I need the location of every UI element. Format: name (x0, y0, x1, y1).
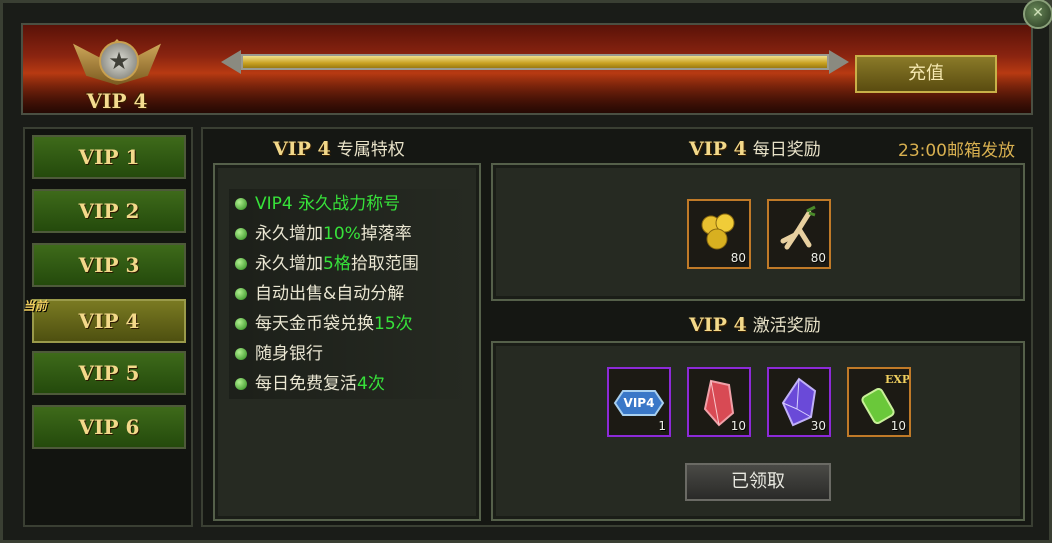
activation-title-text: 激活奖励 (752, 316, 821, 336)
item-count: 10 (890, 419, 906, 433)
privilege-text-part: 掉落率 (360, 224, 412, 244)
tab-vip-6[interactable]: VIP 6 (32, 405, 186, 449)
tab-vip-1[interactable]: VIP 1 (32, 135, 186, 179)
progress-track (241, 54, 829, 70)
privilege-text-part: 15次 (374, 314, 413, 334)
privilege-item: 永久增加5格拾取范围 (229, 249, 475, 279)
header-banner: ★ VIP 4 充值 (21, 23, 1033, 115)
privilege-text-part: 10% (323, 224, 361, 244)
privileges-title-vip: VIP 4 (273, 138, 331, 160)
activation-title-vip: VIP 4 (689, 314, 747, 336)
item-count: 80 (730, 251, 746, 265)
privilege-item: 自动出售&自动分解 (229, 279, 475, 309)
bullet-icon (235, 228, 247, 240)
privileges-title-text: 专属特权 (336, 140, 405, 160)
privilege-text-part: 永久增加 (255, 254, 323, 274)
reward-item[interactable]: VIP4 1 (607, 367, 671, 437)
privileges-list: VIP4 永久战力称号 永久增加10%掉落率 永久增加5格拾取范围 自动出售&自动分解… (229, 189, 475, 399)
item-count: 80 (810, 251, 826, 265)
star-icon: ★ (99, 41, 139, 81)
privilege-item: 永久增加10%掉落率 (229, 219, 475, 249)
daily-rewards-panel: 80 80 (491, 163, 1025, 301)
privilege-item: 每天金币袋兑换15次 (229, 309, 475, 339)
daily-title-vip: VIP 4 (689, 138, 747, 160)
item-count: 10 (730, 419, 746, 433)
tab-vip-2[interactable]: VIP 2 (32, 189, 186, 233)
exp-text: EXP (885, 373, 909, 386)
reward-item[interactable]: 80 (767, 199, 831, 269)
privilege-text-part: 拾取范围 (350, 254, 419, 274)
privilege-item: VIP4 永久战力称号 (229, 189, 475, 219)
privilege-text-part: 自动出售&自动分解 (255, 284, 405, 304)
vip-level-label: VIP 4 (86, 89, 148, 113)
vip-progress-bar (221, 47, 849, 77)
privilege-text-part: 4次 (357, 374, 385, 394)
recharge-button[interactable]: 充值 (855, 55, 997, 93)
privilege-text-part: 每日免费复活 (255, 374, 357, 394)
privilege-text-part: VIP4 永久战力称号 (255, 194, 401, 214)
tab-vip-4[interactable]: VIP 4 (32, 299, 186, 343)
main-content: VIP 4 专属特权 VIP 4 每日奖励 23:00邮箱发放 VIP4 永久战力称… (201, 127, 1033, 527)
daily-title: VIP 4 每日奖励 (689, 135, 821, 160)
privilege-text-part: 永久增加 (255, 224, 323, 244)
privileges-title: VIP 4 专属特权 (273, 135, 405, 160)
daily-title-text: 每日奖励 (752, 140, 821, 160)
item-count: 1 (658, 419, 666, 433)
reward-item[interactable]: 80 (687, 199, 751, 269)
bullet-icon (235, 348, 247, 360)
vip-level-badge: ★ VIP 4 (65, 33, 169, 113)
arrow-right-icon (829, 50, 849, 74)
privilege-item: 随身银行 (229, 339, 475, 369)
privilege-text-part: 5格 (323, 254, 351, 274)
bullet-icon (235, 318, 247, 330)
progress-fill (243, 56, 827, 68)
current-tag: 当前 (23, 299, 48, 313)
tab-vip-5[interactable]: VIP 5 (32, 351, 186, 395)
bullet-icon (235, 288, 247, 300)
tab-label: VIP 4 (78, 309, 140, 333)
reward-item[interactable]: EXP 10 (847, 367, 911, 437)
bullet-icon (235, 258, 247, 270)
mail-delivery-note: 23:00邮箱发放 (898, 141, 1015, 161)
item-count: 30 (810, 419, 826, 433)
privileges-panel: VIP4 永久战力称号 永久增加10%掉落率 永久增加5格拾取范围 自动出售&自动分解… (213, 163, 481, 521)
claimed-button[interactable]: 已领取 (685, 463, 831, 501)
activation-title: VIP 4 激活奖励 (689, 311, 821, 336)
tab-vip-3[interactable]: VIP 3 (32, 243, 186, 287)
vip-tab-list: VIP 1 VIP 2 VIP 3 VIP 4 当前 VIP 5 VIP 6 (23, 127, 193, 527)
bullet-icon (235, 378, 247, 390)
close-icon[interactable]: ✕ (1023, 0, 1052, 29)
privilege-item: 每日免费复活4次 (229, 369, 475, 399)
privilege-text-part: 随身银行 (255, 344, 323, 364)
vip4-badge-text: VIP4 (624, 396, 655, 410)
privilege-text-part: 每天金币袋兑换 (255, 314, 374, 334)
arrow-left-icon (221, 50, 241, 74)
reward-item[interactable]: 10 (687, 367, 751, 437)
vip-window: ✕ ★ VIP 4 充值 VIP 1 VIP 2 VIP 3 VIP 4 当前 … (0, 0, 1052, 543)
bullet-icon (235, 198, 247, 210)
reward-item[interactable]: 30 (767, 367, 831, 437)
